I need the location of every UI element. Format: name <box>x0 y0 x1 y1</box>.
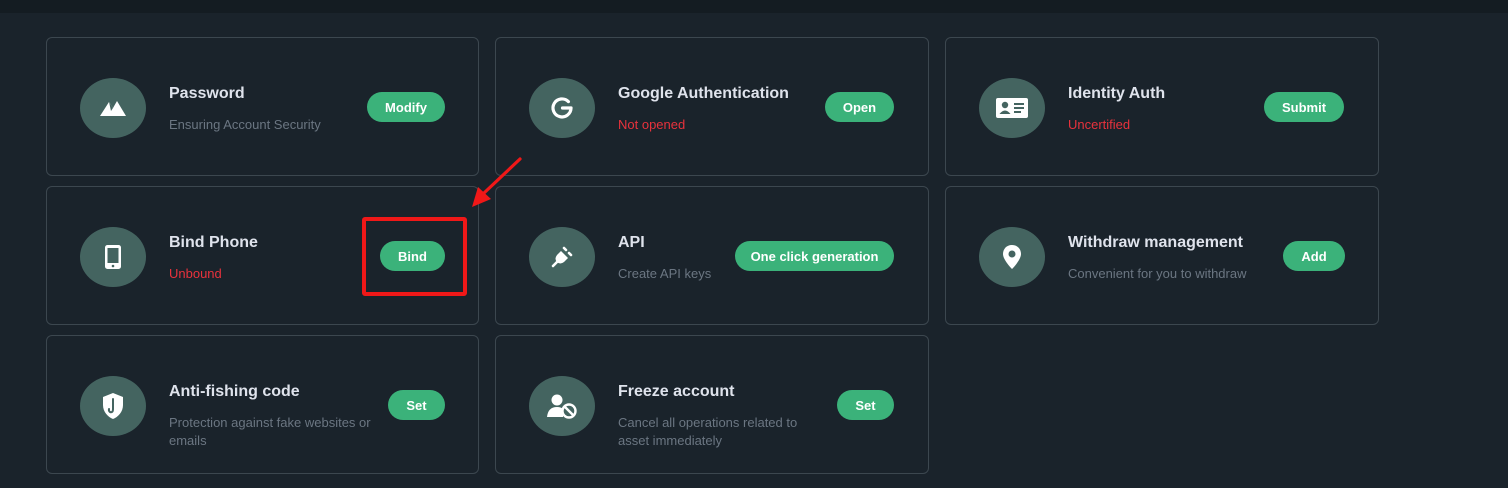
status-uncertified: Uncertified <box>1068 117 1131 132</box>
status-not-opened: Not opened <box>618 117 686 132</box>
bind-phone-button[interactable]: Bind <box>380 241 445 271</box>
submit-identity-button[interactable]: Submit <box>1264 92 1344 122</box>
set-anti-fishing-button[interactable]: Set <box>388 390 445 420</box>
phone-icon <box>80 227 146 287</box>
card-anti-fishing-code: Anti-fishing code Protection against fak… <box>46 335 479 474</box>
card-google-authentication: Google Authentication Not opened Open <box>495 37 929 176</box>
card-description: Create API keys <box>618 266 712 281</box>
card-title: Bind Phone <box>169 234 258 251</box>
card-api: API Create API keys One click generation <box>495 186 929 325</box>
one-click-generation-button[interactable]: One click generation <box>735 241 894 271</box>
card-password: Password Ensuring Account Security Modif… <box>46 37 479 176</box>
location-pin-icon <box>979 227 1045 287</box>
user-block-icon <box>529 376 595 436</box>
card-withdraw-management: Withdraw management Convenient for you t… <box>945 186 1379 325</box>
id-card-icon <box>979 78 1045 138</box>
set-freeze-account-button[interactable]: Set <box>837 390 894 420</box>
card-title: Anti-fishing code <box>169 383 300 400</box>
add-withdraw-button[interactable]: Add <box>1283 241 1345 271</box>
card-description: Cancel all operations related to asset i… <box>618 415 798 448</box>
shield-hook-icon <box>80 376 146 436</box>
card-title: Withdraw management <box>1068 234 1243 251</box>
google-icon <box>529 78 595 138</box>
card-description: Protection against fake websites or emai… <box>169 415 371 448</box>
card-identity-auth: Identity Auth Uncertified Submit <box>945 37 1379 176</box>
open-google-auth-button[interactable]: Open <box>825 92 894 122</box>
card-description: Convenient for you to withdraw <box>1068 266 1247 281</box>
card-title: Password <box>169 85 245 102</box>
plug-icon <box>529 227 595 287</box>
security-settings-grid: Password Ensuring Account Security Modif… <box>0 0 1508 488</box>
status-unbound: Unbound <box>169 266 222 281</box>
card-title: Google Authentication <box>618 85 789 102</box>
card-title: Identity Auth <box>1068 85 1166 102</box>
modify-password-button[interactable]: Modify <box>367 92 445 122</box>
card-description: Ensuring Account Security <box>169 117 321 132</box>
mountain-icon <box>80 78 146 138</box>
card-freeze-account: Freeze account Cancel all operations rel… <box>495 335 929 474</box>
card-title: API <box>618 234 645 251</box>
card-title: Freeze account <box>618 383 735 400</box>
card-bind-phone: Bind Phone Unbound Bind <box>46 186 479 325</box>
